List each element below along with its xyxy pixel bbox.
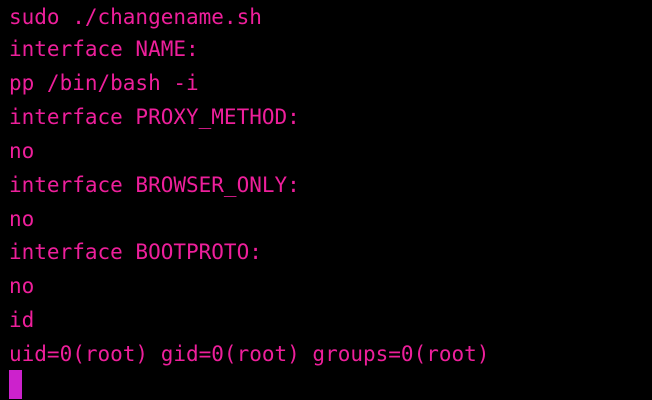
- terminal-window[interactable]: sudo ./changename.sh interface NAME: pp …: [0, 0, 652, 400]
- terminal-line-input-bootproto: no: [9, 274, 35, 298]
- terminal-line-id-output: uid=0(root) gid=0(root) groups=0(root): [9, 342, 490, 366]
- terminal-line-input-browser-only: no: [9, 207, 35, 231]
- terminal-line-prompt-bootproto: interface BOOTPROTO:: [9, 240, 262, 264]
- terminal-cursor[interactable]: [9, 370, 22, 399]
- terminal-line-id-command: id: [9, 308, 35, 332]
- terminal-line-prompt-name: interface NAME:: [9, 37, 199, 61]
- terminal-line-prompt-browser-only: interface BROWSER_ONLY:: [9, 173, 300, 197]
- terminal-line-command: sudo ./changename.sh: [9, 5, 262, 29]
- terminal-line-prompt-proxy-method: interface PROXY_METHOD:: [9, 105, 300, 129]
- terminal-line-input-proxy-method: no: [9, 139, 35, 163]
- terminal-line-input-name: pp /bin/bash -i: [9, 71, 199, 95]
